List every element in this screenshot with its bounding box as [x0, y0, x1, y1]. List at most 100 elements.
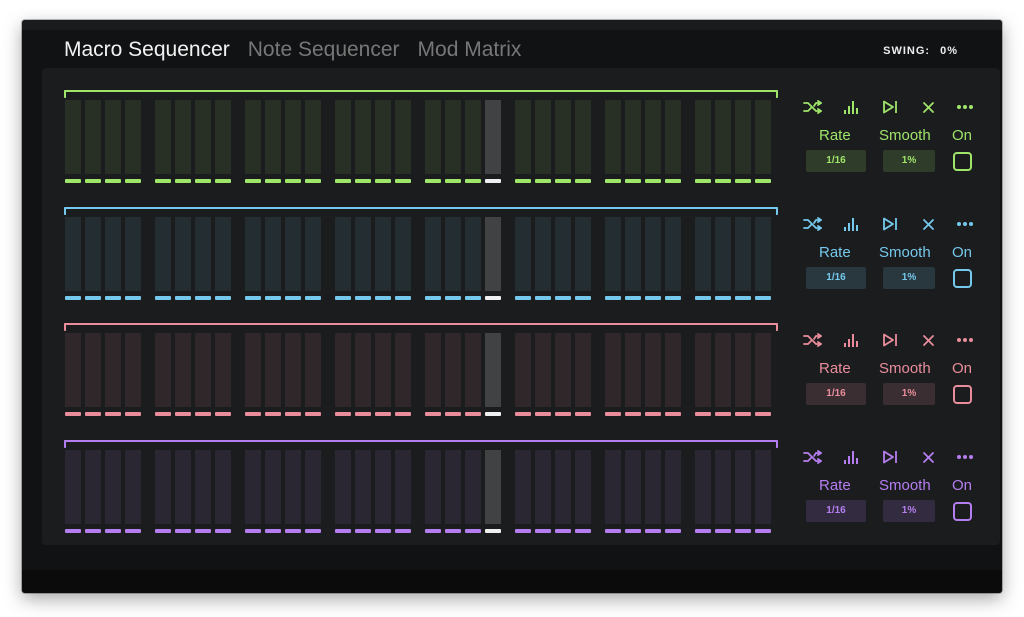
step-value-bar[interactable] [605, 100, 621, 174]
step-12[interactable] [305, 100, 321, 186]
step-29[interactable] [695, 100, 711, 186]
step-9[interactable] [245, 217, 261, 303]
smooth-value-box[interactable]: 1% [883, 267, 935, 289]
step-value-bar[interactable] [555, 333, 571, 407]
step-30[interactable] [715, 217, 731, 303]
step-value-bar[interactable] [285, 333, 301, 407]
step-29[interactable] [695, 450, 711, 536]
step-25[interactable] [605, 217, 621, 303]
step-value-bar[interactable] [485, 333, 501, 407]
step-8[interactable] [215, 333, 231, 419]
step-13[interactable] [335, 450, 351, 536]
step-value-bar[interactable] [735, 217, 751, 291]
step-1[interactable] [65, 100, 81, 186]
step-value-bar[interactable] [85, 217, 101, 291]
step-value-bar[interactable] [555, 100, 571, 174]
step-30[interactable] [715, 100, 731, 186]
step-value-bar[interactable] [125, 333, 141, 407]
more-icon[interactable] [954, 97, 976, 117]
step-value-bar[interactable] [215, 100, 231, 174]
step-14[interactable] [355, 450, 371, 536]
step-11[interactable] [285, 217, 301, 303]
skip-forward-icon[interactable] [879, 330, 901, 350]
step-14[interactable] [355, 333, 371, 419]
step-value-bar[interactable] [155, 100, 171, 174]
step-value-bar[interactable] [65, 100, 81, 174]
track-range-bracket[interactable] [64, 440, 778, 448]
step-value-bar[interactable] [215, 217, 231, 291]
step-value-bar[interactable] [645, 333, 661, 407]
step-25[interactable] [605, 100, 621, 186]
step-value-bar[interactable] [735, 100, 751, 174]
step-17[interactable] [425, 450, 441, 536]
step-value-bar[interactable] [335, 217, 351, 291]
step-value-bar[interactable] [195, 450, 211, 524]
on-toggle[interactable] [953, 269, 972, 288]
step-29[interactable] [695, 217, 711, 303]
step-value-bar[interactable] [335, 100, 351, 174]
step-18[interactable] [445, 217, 461, 303]
step-7[interactable] [195, 217, 211, 303]
on-toggle[interactable] [953, 385, 972, 404]
step-18[interactable] [445, 450, 461, 536]
step-value-bar[interactable] [625, 100, 641, 174]
swing-value[interactable]: 0% [940, 45, 958, 57]
more-icon[interactable] [954, 214, 976, 234]
step-26[interactable] [625, 333, 641, 419]
step-value-bar[interactable] [305, 333, 321, 407]
step-3[interactable] [105, 217, 121, 303]
more-icon[interactable] [954, 330, 976, 350]
step-2[interactable] [85, 217, 101, 303]
step-value-bar[interactable] [125, 100, 141, 174]
step-value-bar[interactable] [305, 450, 321, 524]
step-value-bar[interactable] [715, 100, 731, 174]
step-value-bar[interactable] [425, 333, 441, 407]
step-value-bar[interactable] [105, 100, 121, 174]
step-17[interactable] [425, 217, 441, 303]
step-11[interactable] [285, 333, 301, 419]
step-value-bar[interactable] [445, 333, 461, 407]
step-value-bar[interactable] [695, 217, 711, 291]
step-28[interactable] [665, 450, 681, 536]
step-value-bar[interactable] [575, 450, 591, 524]
step-20[interactable] [485, 217, 501, 303]
step-9[interactable] [245, 450, 261, 536]
step-value-bar[interactable] [665, 100, 681, 174]
bar-levels-icon[interactable] [841, 447, 863, 467]
step-20[interactable] [485, 450, 501, 536]
step-21[interactable] [515, 100, 531, 186]
step-16[interactable] [395, 450, 411, 536]
step-value-bar[interactable] [715, 450, 731, 524]
step-value-bar[interactable] [375, 450, 391, 524]
step-value-bar[interactable] [125, 217, 141, 291]
step-8[interactable] [215, 450, 231, 536]
step-31[interactable] [735, 450, 751, 536]
step-value-bar[interactable] [715, 217, 731, 291]
step-value-bar[interactable] [515, 450, 531, 524]
step-value-bar[interactable] [215, 450, 231, 524]
step-26[interactable] [625, 450, 641, 536]
step-15[interactable] [375, 333, 391, 419]
step-value-bar[interactable] [105, 450, 121, 524]
step-16[interactable] [395, 100, 411, 186]
step-32[interactable] [755, 217, 771, 303]
step-23[interactable] [555, 450, 571, 536]
step-value-bar[interactable] [605, 450, 621, 524]
step-22[interactable] [535, 333, 551, 419]
shuffle-icon[interactable] [802, 447, 824, 467]
step-10[interactable] [265, 100, 281, 186]
step-27[interactable] [645, 450, 661, 536]
step-value-bar[interactable] [445, 217, 461, 291]
rate-value-box[interactable]: 1/16 [806, 267, 866, 289]
skip-forward-icon[interactable] [879, 97, 901, 117]
step-3[interactable] [105, 450, 121, 536]
step-value-bar[interactable] [515, 217, 531, 291]
step-value-bar[interactable] [575, 100, 591, 174]
step-value-bar[interactable] [305, 100, 321, 174]
step-7[interactable] [195, 333, 211, 419]
step-6[interactable] [175, 333, 191, 419]
step-value-bar[interactable] [85, 100, 101, 174]
step-28[interactable] [665, 333, 681, 419]
step-8[interactable] [215, 100, 231, 186]
step-value-bar[interactable] [715, 333, 731, 407]
